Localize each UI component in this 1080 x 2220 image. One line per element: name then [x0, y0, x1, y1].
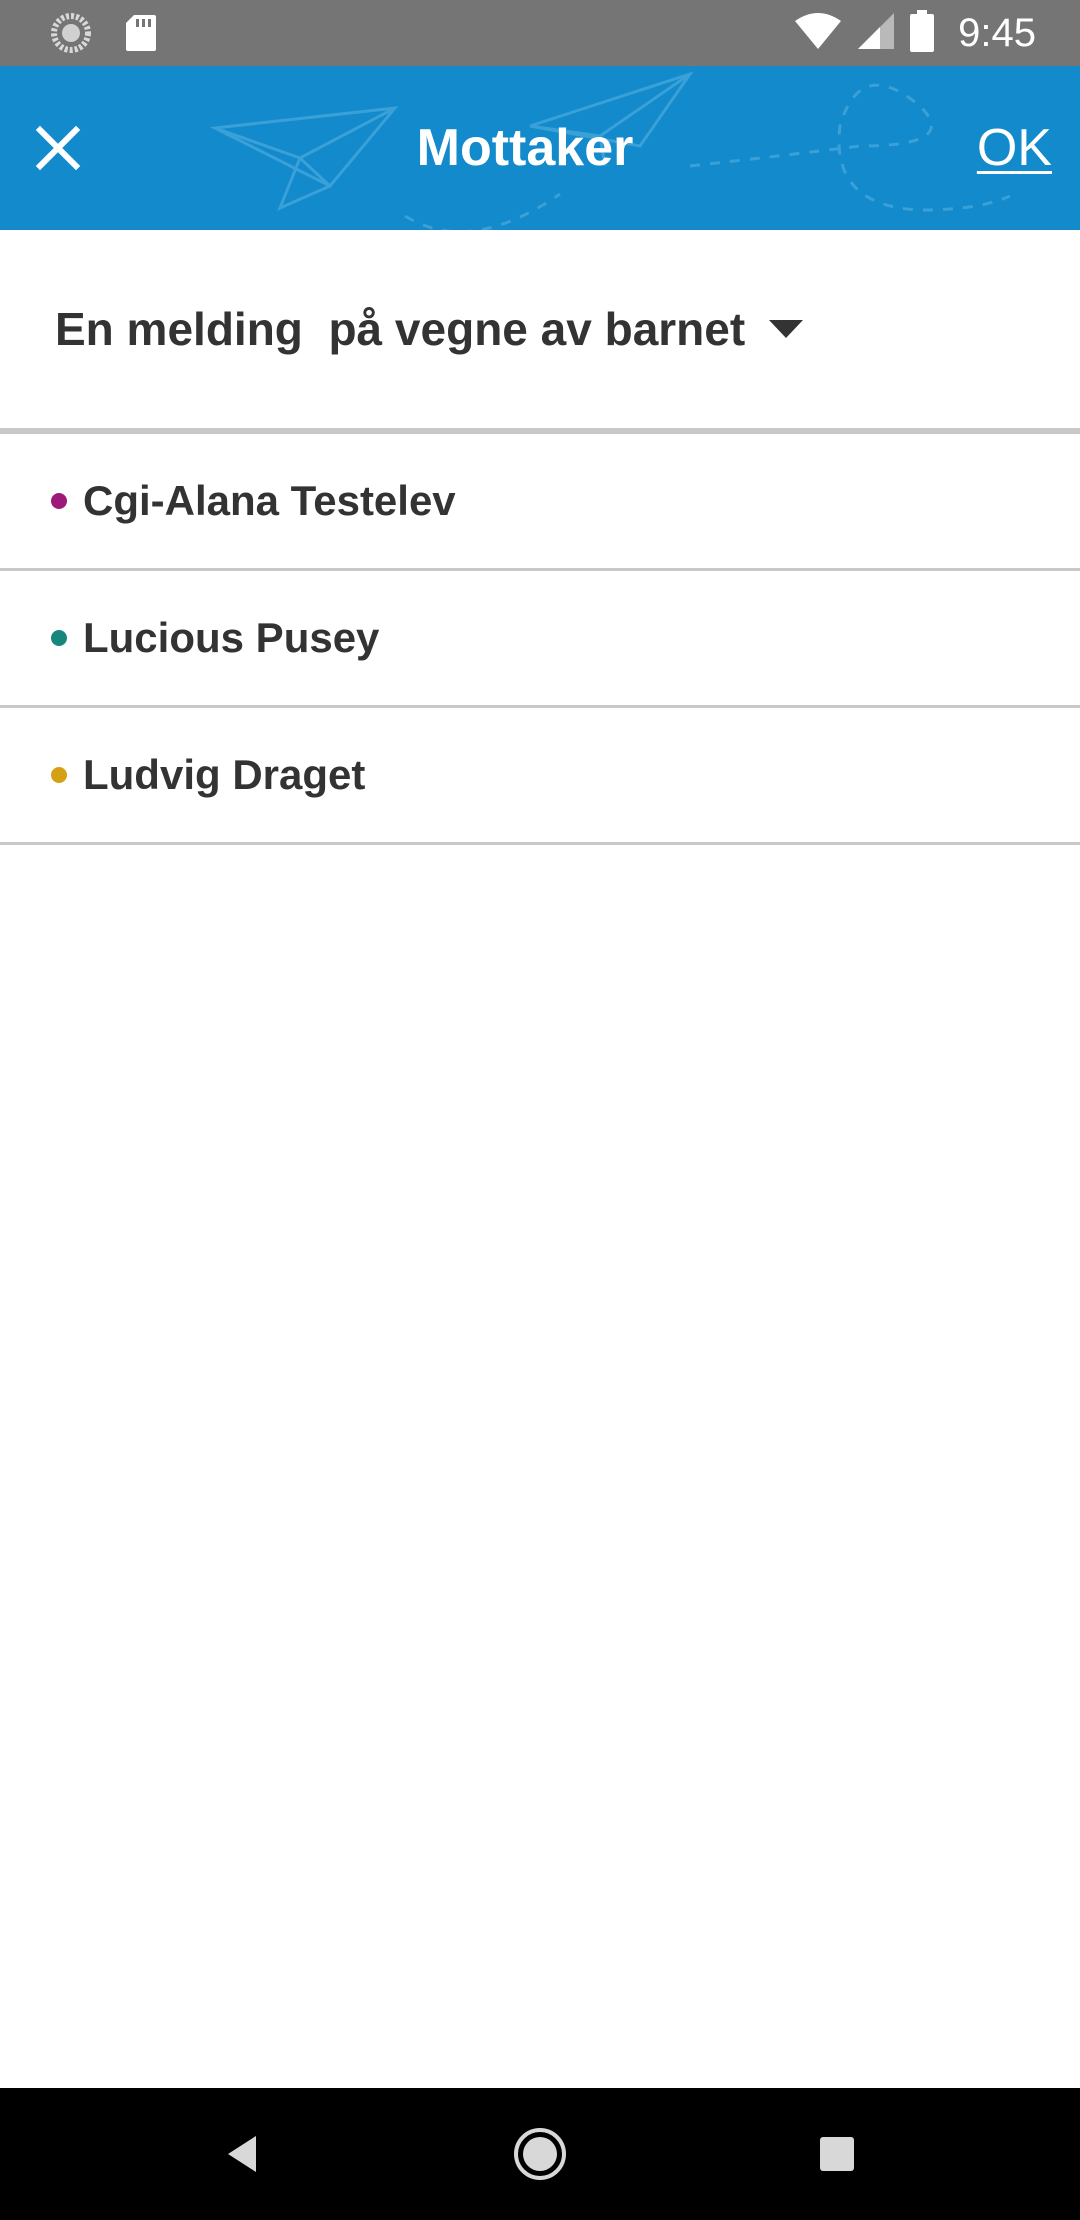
back-icon — [228, 2136, 256, 2172]
status-left-icons — [50, 12, 158, 59]
recipient-item[interactable]: Ludvig Draget — [0, 708, 1080, 845]
recipient-color-dot — [51, 630, 67, 646]
sync-icon — [50, 12, 92, 59]
navigation-bar — [0, 2088, 1080, 2220]
sender-label: En melding på vegne av barnet — [55, 303, 746, 355]
screen: 9:45 Mottaker OK En melding på vegne av … — [0, 0, 1080, 2220]
cellular-signal-icon — [856, 11, 896, 56]
recents-icon — [820, 2137, 854, 2171]
sd-card-icon — [124, 13, 158, 58]
ok-button[interactable]: OK — [977, 116, 1052, 180]
recipient-list: Cgi-Alana Testelev Lucious Pusey Ludvig … — [0, 431, 1080, 845]
recents-button[interactable] — [795, 2112, 879, 2196]
status-right-icons: 9:45 — [794, 8, 1036, 58]
home-button[interactable] — [498, 2112, 582, 2196]
wifi-icon — [794, 11, 842, 56]
battery-icon — [910, 9, 935, 57]
app-bar: Mottaker OK — [0, 66, 1080, 230]
recipient-color-dot — [51, 493, 67, 509]
status-bar: 9:45 — [0, 0, 1080, 66]
recipient-name: Cgi-Alana Testelev — [83, 477, 456, 524]
home-icon — [514, 2128, 566, 2180]
sender-selector[interactable]: En melding på vegne av barnet — [0, 230, 1080, 431]
recipient-item[interactable]: Lucious Pusey — [0, 571, 1080, 708]
status-time: 9:45 — [958, 11, 1036, 55]
page-title: Mottaker — [416, 119, 634, 177]
dropdown-arrow-icon — [769, 320, 804, 338]
recipient-color-dot — [51, 767, 67, 783]
recipient-name: Ludvig Draget — [83, 751, 366, 798]
back-button[interactable] — [200, 2112, 284, 2196]
recipient-name: Lucious Pusey — [83, 614, 380, 661]
recipient-item[interactable]: Cgi-Alana Testelev — [0, 434, 1080, 571]
